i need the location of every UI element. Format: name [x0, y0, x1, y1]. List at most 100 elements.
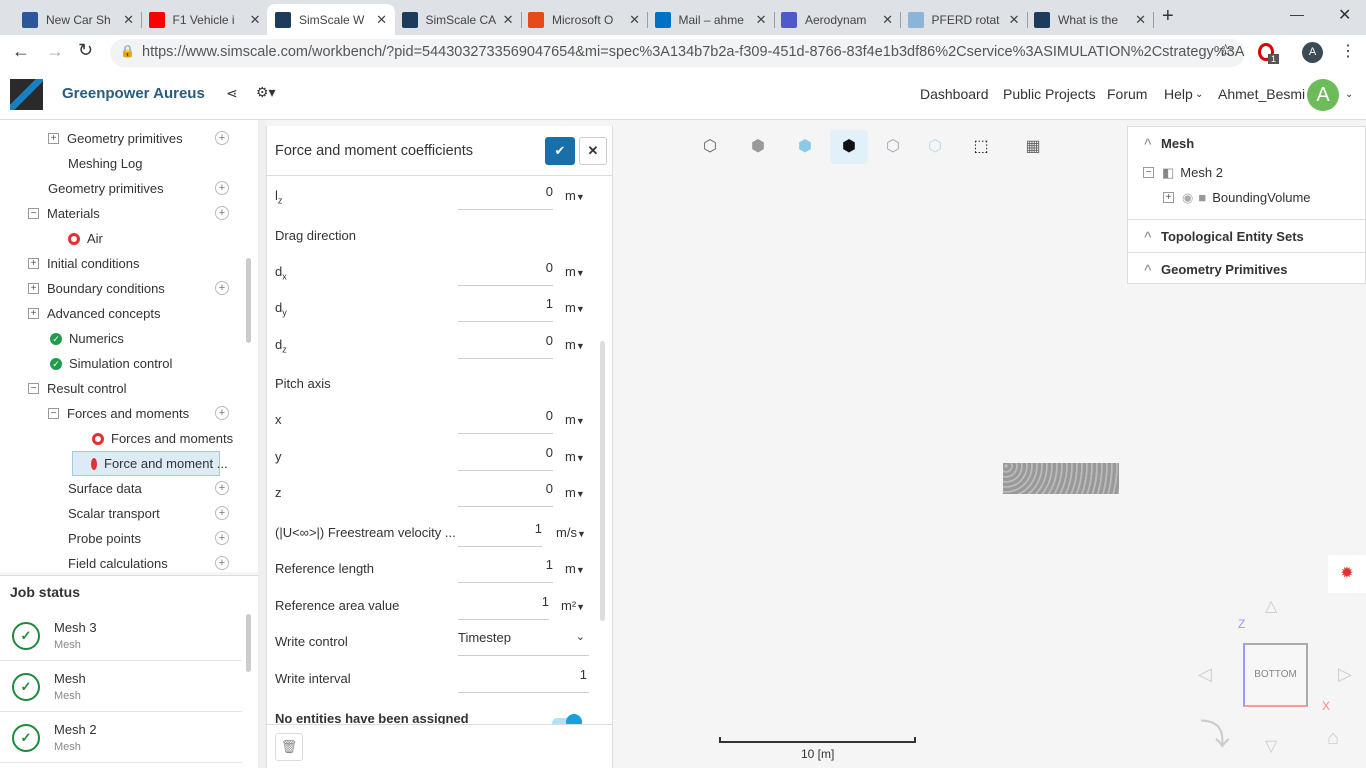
settings-gear-icon[interactable]: ⚙▾ — [256, 84, 276, 101]
unit-dropdown[interactable]: m▼ — [565, 561, 585, 576]
expand-toggle[interactable]: + — [28, 283, 39, 294]
expand-toggle[interactable]: + — [28, 258, 39, 269]
job-item[interactable]: ✓ Mesh Mesh — [0, 661, 242, 712]
rotate-left-icon[interactable]: ◁ — [1198, 664, 1212, 685]
add-item-button[interactable]: + — [215, 531, 229, 545]
value-input[interactable]: 1 — [458, 521, 542, 547]
unit-dropdown[interactable]: m▼ — [565, 188, 585, 203]
expand-toggle[interactable]: + — [48, 133, 59, 144]
user-avatar[interactable]: A — [1307, 79, 1339, 111]
tree-item[interactable]: Probe points — [68, 526, 141, 551]
solid-view-icon[interactable]: ⬢ — [740, 130, 776, 164]
add-item-button[interactable]: + — [215, 556, 229, 570]
browser-tab[interactable]: Mail – ahme ✕ — [647, 4, 775, 35]
profile-avatar[interactable]: A — [1302, 42, 1323, 63]
cube-face-bottom[interactable]: BOTTOM — [1243, 643, 1308, 707]
panel-splitter[interactable] — [258, 120, 266, 768]
unit-dropdown[interactable]: m²▼ — [561, 598, 585, 613]
share-icon[interactable]: ⋖ — [226, 85, 238, 102]
unit-dropdown[interactable]: m▼ — [565, 412, 585, 427]
simscale-logo[interactable] — [10, 79, 43, 110]
rotate-down-icon[interactable]: ▽ — [1265, 736, 1277, 756]
add-item-button[interactable]: + — [215, 206, 229, 220]
tab-close-icon[interactable]: ✕ — [123, 12, 134, 28]
tab-close-icon[interactable]: ✕ — [1135, 12, 1146, 28]
browser-tab[interactable]: What is the ✕ — [1026, 4, 1154, 35]
bounding-volume-item[interactable]: BoundingVolume — [1212, 190, 1310, 205]
browser-tab[interactable]: F1 Vehicle i ✕ — [141, 4, 269, 35]
write-control-select[interactable]: Timestep ⌄ — [458, 630, 589, 656]
unit-dropdown[interactable]: m/s▼ — [556, 525, 586, 540]
forward-icon[interactable]: → — [46, 41, 64, 62]
form-scrollbar[interactable] — [600, 341, 605, 621]
nav-help[interactable]: Help — [1164, 86, 1193, 102]
collapse-toggle[interactable]: − — [28, 383, 39, 394]
tab-close-icon[interactable]: ✕ — [250, 12, 261, 28]
tree-scrollbar[interactable] — [246, 258, 251, 343]
browser-tab[interactable]: Aerodynam ✕ — [773, 4, 901, 35]
reload-icon[interactable]: ↻ — [78, 40, 93, 61]
value-input[interactable]: 1 — [458, 296, 553, 322]
unit-dropdown[interactable]: m▼ — [565, 264, 585, 279]
collapse-toggle[interactable]: − — [28, 208, 39, 219]
box-select-icon[interactable]: ⬚ — [963, 130, 999, 164]
tree-item[interactable]: + Boundary conditions — [28, 276, 165, 301]
roll-arrow-icon[interactable]: ⤵ — [1200, 710, 1230, 754]
browser-tab[interactable]: PFERD rotat ✕ — [900, 4, 1028, 35]
tree-item[interactable]: Surface data — [68, 476, 142, 501]
nav-forum[interactable]: Forum — [1107, 86, 1147, 102]
nav-public-projects[interactable]: Public Projects — [1003, 86, 1096, 102]
browser-tab[interactable]: SimScale W ✕ — [267, 4, 395, 35]
add-item-button[interactable]: + — [215, 506, 229, 520]
value-input[interactable]: 0 — [458, 481, 553, 507]
job-item[interactable]: ✓ Mesh 3 Mesh — [0, 610, 242, 661]
solid-edges-view-icon[interactable]: ⬢ — [830, 130, 868, 164]
bug-report-button[interactable]: ✹ — [1328, 555, 1366, 593]
user-name[interactable]: Ahmet_Besmi — [1218, 86, 1305, 102]
value-input[interactable]: 1 — [458, 557, 553, 583]
new-tab-button[interactable]: + — [1162, 5, 1174, 28]
tree-item[interactable]: − Forces and moments — [48, 401, 189, 426]
add-item-button[interactable]: + — [215, 406, 229, 420]
tree-item[interactable]: + Geometry primitives — [48, 126, 183, 151]
tab-close-icon[interactable]: ✕ — [376, 12, 387, 28]
transparent-view-icon[interactable]: ⬢ — [787, 130, 823, 164]
geometry-primitives-header[interactable]: ^ Geometry Primitives — [1128, 252, 1366, 285]
value-input[interactable]: 0 — [458, 445, 553, 471]
mesh-2-item[interactable]: Mesh 2 — [1180, 165, 1223, 180]
tree-item[interactable]: Field calculations — [68, 551, 168, 572]
value-input[interactable]: 0 — [458, 333, 553, 359]
value-input[interactable]: 0 — [458, 184, 553, 210]
nav-dashboard[interactable]: Dashboard — [920, 86, 989, 102]
value-input[interactable]: 0 — [458, 408, 553, 434]
tree-item[interactable]: + Initial conditions — [28, 251, 140, 276]
topological-sets-header[interactable]: ^ Topological Entity Sets — [1128, 219, 1366, 252]
browser-tab[interactable]: New Car Sh ✕ — [14, 4, 142, 35]
browser-tab[interactable]: SimScale CA ✕ — [394, 4, 522, 35]
delete-trash-button[interactable]: 🗑 — [275, 733, 303, 761]
tree-item[interactable]: Scalar transport — [68, 501, 160, 526]
tree-item[interactable]: Meshing Log — [68, 151, 142, 176]
back-icon[interactable]: ← — [12, 41, 30, 62]
tree-item[interactable]: Forces and moments — [92, 426, 233, 451]
expand-toggle[interactable]: + — [28, 308, 39, 319]
tree-item[interactable]: Force and moment ... — [72, 451, 228, 476]
expand-toggle[interactable]: + — [1163, 192, 1174, 203]
tree-item[interactable]: − Result control — [28, 376, 126, 401]
eye-icon[interactable]: ◉ — [1182, 190, 1193, 206]
mesh-section-header[interactable]: ^ Mesh — [1128, 136, 1366, 151]
transparent-edges-view-icon[interactable]: ⬡ — [917, 130, 953, 164]
add-item-button[interactable]: + — [215, 281, 229, 295]
job-item[interactable]: ✓ Mesh 2 Mesh — [0, 712, 242, 763]
close-window-button[interactable]: ✕ — [1338, 5, 1351, 25]
save-check-button[interactable]: ✔ — [545, 137, 575, 165]
mesh-view-icon[interactable]: ▦ — [1015, 130, 1051, 164]
tab-close-icon[interactable]: ✕ — [756, 12, 767, 28]
minimize-button[interactable]: — — [1290, 6, 1304, 22]
tree-item[interactable]: Air — [68, 226, 103, 251]
tree-item[interactable]: ✓ Simulation control — [50, 351, 172, 376]
points-view-icon[interactable]: ⬡ — [875, 130, 911, 164]
tree-item[interactable]: + Advanced concepts — [28, 301, 160, 326]
url-input[interactable]: 🔒 https://www.simscale.com/workbench/?pid… — [110, 39, 1245, 67]
close-form-button[interactable]: ✕ — [579, 137, 607, 165]
